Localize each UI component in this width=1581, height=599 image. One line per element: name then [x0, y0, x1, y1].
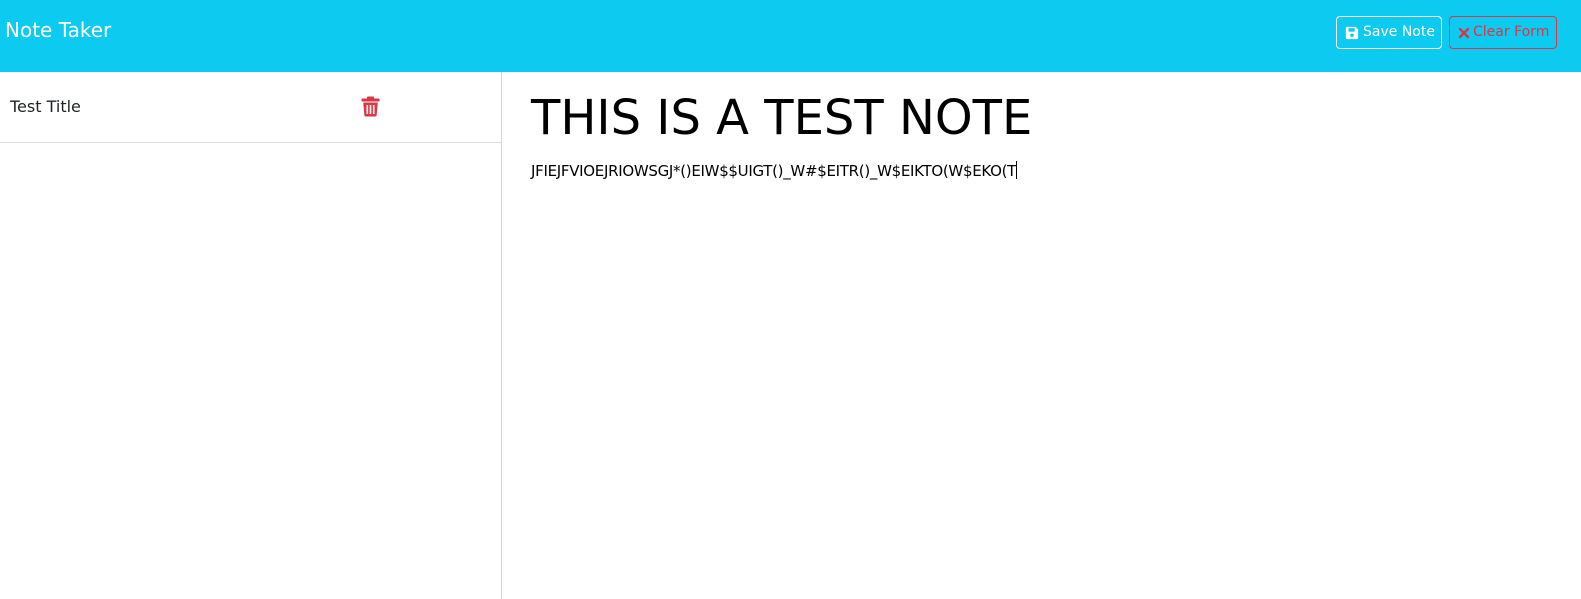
notes-sidebar: Test Title	[0, 72, 502, 599]
floppy-disk-icon	[1345, 26, 1359, 39]
clear-form-button[interactable]: Clear Form	[1449, 16, 1557, 49]
clear-form-label: Clear Form	[1473, 24, 1550, 40]
navbar: Note Taker Save Note Clear Form	[0, 0, 1581, 72]
app-brand[interactable]: Note Taker	[5, 17, 111, 43]
note-title-input[interactable]: THIS IS A TEST NOTE	[531, 86, 1531, 150]
save-note-label: Save Note	[1363, 24, 1435, 40]
text-cursor	[1016, 161, 1018, 179]
note-list-item[interactable]: Test Title	[0, 72, 501, 143]
note-text-content: JFIEJFVIOEJRIOWSGJ*()EIW$$UIGT()_W#$EITR…	[531, 162, 1017, 180]
save-note-button[interactable]: Save Note	[1336, 16, 1442, 49]
note-editor: THIS IS A TEST NOTE JFIEJFVIOEJRIOWSGJ*(…	[503, 72, 1581, 599]
note-text-area[interactable]: JFIEJFVIOEJRIOWSGJ*()EIW$$UIGT()_W#$EITR…	[531, 160, 1531, 182]
note-list-item-title: Test Title	[10, 97, 81, 116]
trash-icon[interactable]	[361, 96, 380, 117]
x-mark-icon	[1458, 27, 1470, 38]
